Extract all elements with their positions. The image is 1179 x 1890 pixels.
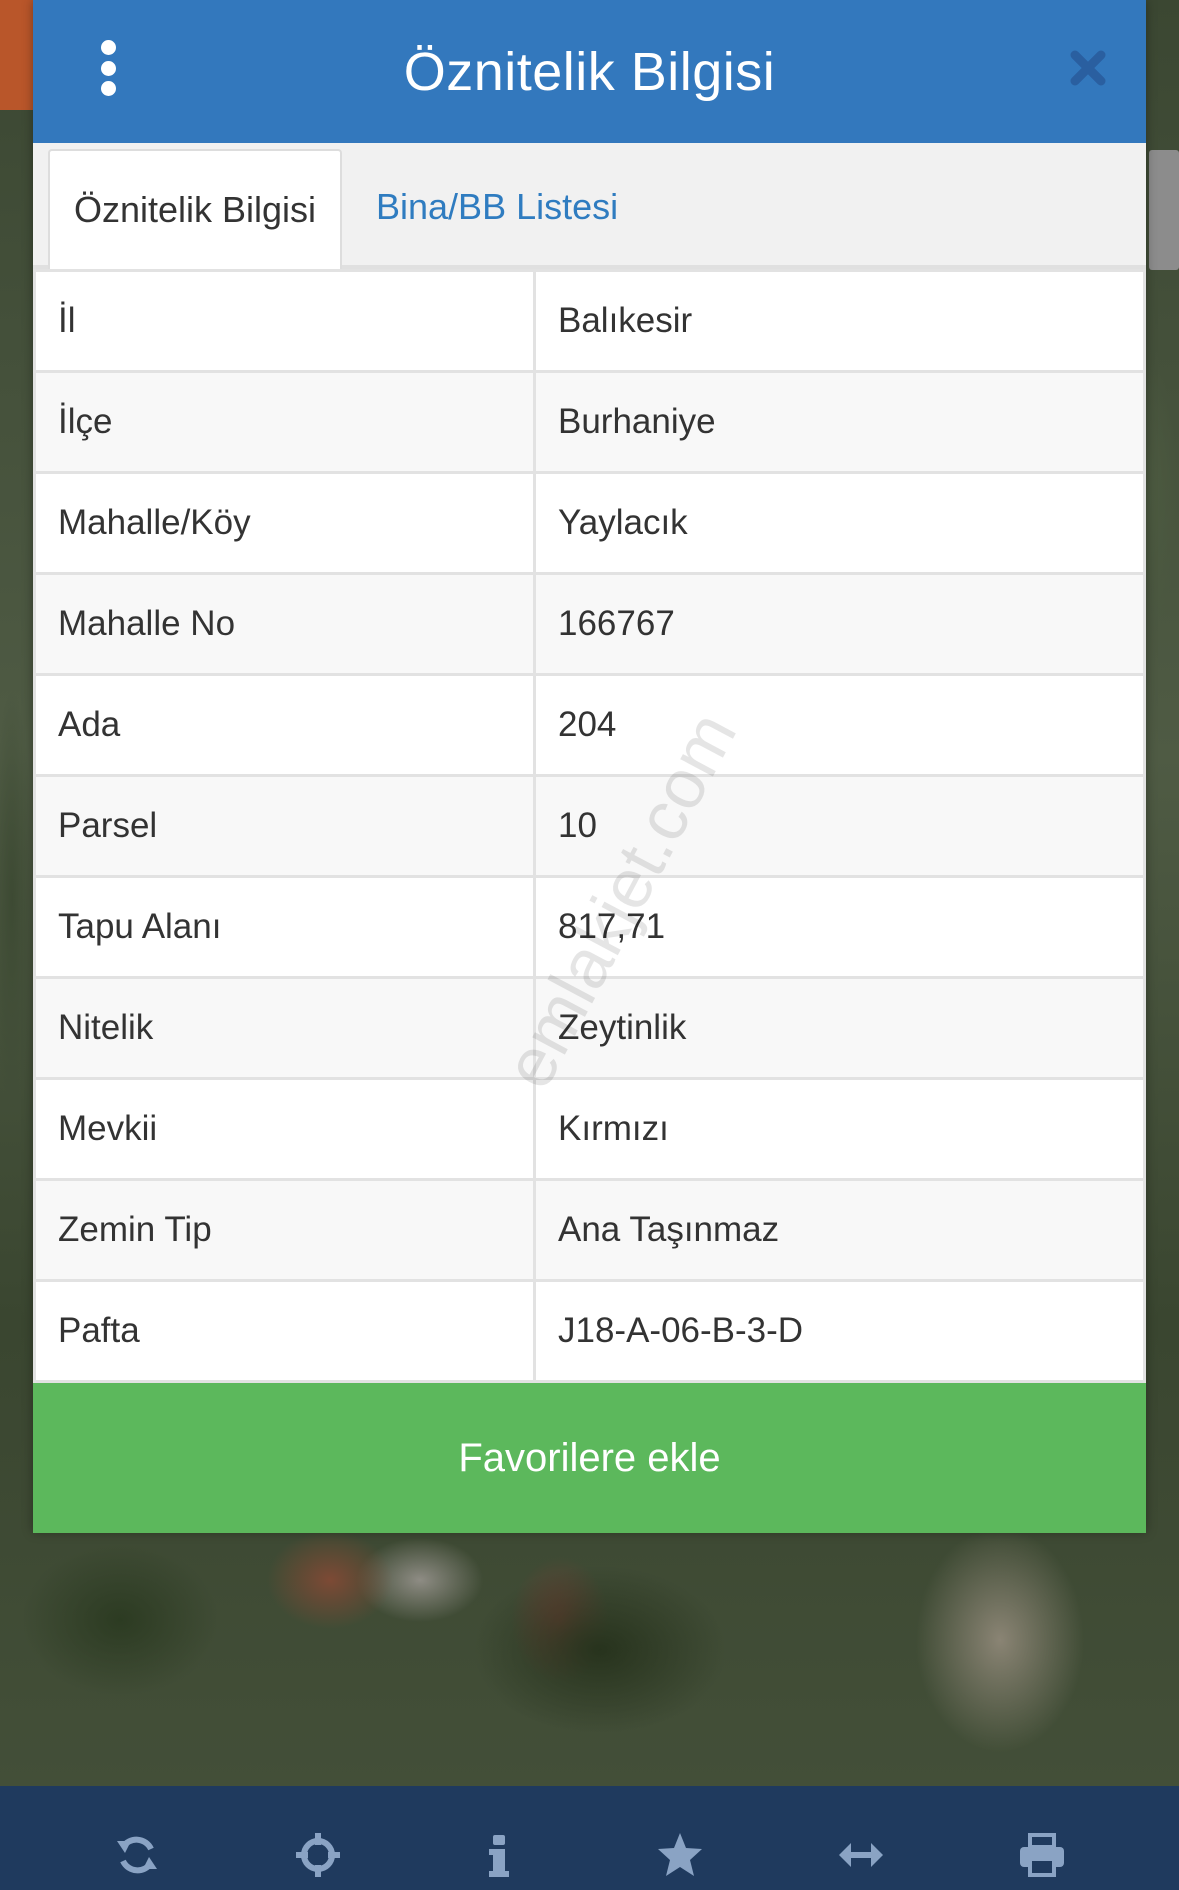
attribute-value: 817,71: [533, 875, 1146, 979]
attribute-value: Zeytinlik: [533, 976, 1146, 1080]
close-icon[interactable]: [1068, 48, 1108, 88]
attribute-key: Nitelik: [33, 976, 536, 1080]
add-to-favorites-button[interactable]: Favorilere ekle: [33, 1383, 1146, 1533]
table-row: İl Balıkesir: [33, 269, 1146, 373]
star-icon[interactable]: [655, 1830, 705, 1880]
attribute-key: Mahalle/Köy: [33, 471, 536, 575]
tab-building-list[interactable]: Bina/BB Listesi: [342, 149, 618, 265]
dialog-title: Öznitelik Bilgisi: [403, 41, 776, 102]
attribute-value: Burhaniye: [533, 370, 1146, 474]
refresh-icon[interactable]: [112, 1830, 162, 1880]
tab-attribute-info[interactable]: Öznitelik Bilgisi: [48, 149, 342, 269]
attribute-key: Zemin Tip: [33, 1178, 536, 1282]
table-row: Mevkii Kırmızı: [33, 1077, 1146, 1181]
map-scroll-handle[interactable]: [1149, 150, 1179, 270]
dialog-header: Öznitelik Bilgisi: [33, 0, 1146, 143]
attribute-key: Parsel: [33, 774, 536, 878]
attribute-value: Ana Taşınmaz: [533, 1178, 1146, 1282]
table-row: İlçe Burhaniye: [33, 370, 1146, 474]
more-options-icon[interactable]: [93, 40, 123, 96]
attribute-key: Mevkii: [33, 1077, 536, 1181]
table-row: Mahalle No 166767: [33, 572, 1146, 676]
attribute-key: İlçe: [33, 370, 536, 474]
attribute-value: 166767: [533, 572, 1146, 676]
bottom-toolbar: [0, 1786, 1179, 1890]
print-icon[interactable]: [1017, 1830, 1067, 1880]
attribute-value: 204: [533, 673, 1146, 777]
crosshair-icon[interactable]: [293, 1830, 343, 1880]
attribute-table: İl Balıkesir İlçe Burhaniye Mahalle/Köy Yayla…: [33, 269, 1146, 1383]
attribute-dialog: Öznitelik Bilgisi Öznitelik Bilgisi Bina…: [33, 0, 1146, 1533]
info-icon[interactable]: [474, 1830, 524, 1880]
attribute-value: Kırmızı: [533, 1077, 1146, 1181]
attribute-key: Mahalle No: [33, 572, 536, 676]
map-overlay-strip: [0, 0, 34, 110]
attribute-key: Tapu Alanı: [33, 875, 536, 979]
table-row: Nitelik Zeytinlik: [33, 976, 1146, 1080]
attribute-value: Yaylacık: [533, 471, 1146, 575]
attribute-value: 10: [533, 774, 1146, 878]
attribute-value: Balıkesir: [533, 269, 1146, 373]
table-row: Tapu Alanı 817,71: [33, 875, 1146, 979]
table-row: Parsel 10: [33, 774, 1146, 878]
attribute-key: İl: [33, 269, 536, 373]
attribute-value: J18-A-06-B-3-D: [533, 1279, 1146, 1383]
table-row: Pafta J18-A-06-B-3-D: [33, 1279, 1146, 1383]
table-row: Ada 204: [33, 673, 1146, 777]
table-row: Mahalle/Köy Yaylacık: [33, 471, 1146, 575]
measure-icon[interactable]: [836, 1830, 886, 1880]
attribute-key: Pafta: [33, 1279, 536, 1383]
tab-bar: Öznitelik Bilgisi Bina/BB Listesi: [33, 143, 1146, 269]
attribute-key: Ada: [33, 673, 536, 777]
table-row: Zemin Tip Ana Taşınmaz: [33, 1178, 1146, 1282]
